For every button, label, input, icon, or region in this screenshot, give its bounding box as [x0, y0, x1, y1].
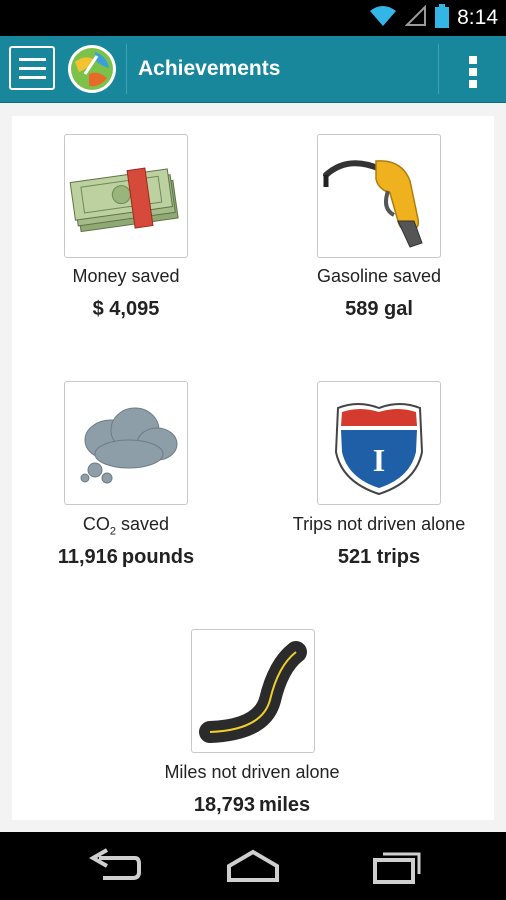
battery-icon: [435, 3, 450, 33]
signal-icon: [404, 4, 427, 32]
page-title: Achievements: [138, 57, 281, 80]
achievement-value: 521 trips: [337, 546, 421, 568]
action-bar-divider: [126, 44, 127, 94]
achievement-value: 589 gal: [345, 298, 413, 320]
achievement-value: 18,793: [193, 794, 255, 816]
cloud-icon: [64, 381, 188, 505]
co2-label-prefix: CO: [82, 514, 110, 534]
app-logo-icon[interactable]: [67, 44, 117, 94]
co2-label-suffix: saved: [116, 514, 170, 534]
winding-road-icon: [191, 629, 315, 753]
action-bar: Achievements: [0, 36, 506, 103]
status-bar: 8:14: [0, 0, 506, 36]
wifi-icon: [369, 5, 397, 32]
action-bar-divider: [438, 44, 439, 94]
overflow-menu-icon[interactable]: [440, 44, 506, 94]
home-icon[interactable]: [213, 840, 293, 892]
hamburger-menu-icon[interactable]: [9, 46, 55, 90]
recent-apps-icon[interactable]: [357, 840, 437, 892]
achievements-card: Money saved $ 4,095 Gasoline saved 589 g…: [12, 116, 494, 820]
achievement-unit: miles: [259, 794, 311, 816]
achievement-value: 11,916: [57, 546, 118, 568]
back-icon[interactable]: [73, 840, 153, 892]
interstate-shield-icon: I: [317, 381, 441, 505]
achievement-value: $ 4,095: [92, 298, 160, 320]
navigation-bar: [0, 832, 506, 900]
gas-pump-nozzle-icon: [317, 134, 441, 258]
money-stack-icon: [64, 134, 188, 258]
status-clock: 8:14: [457, 6, 498, 29]
shield-letter: I: [373, 442, 385, 478]
achievement-unit: pounds: [121, 546, 195, 568]
